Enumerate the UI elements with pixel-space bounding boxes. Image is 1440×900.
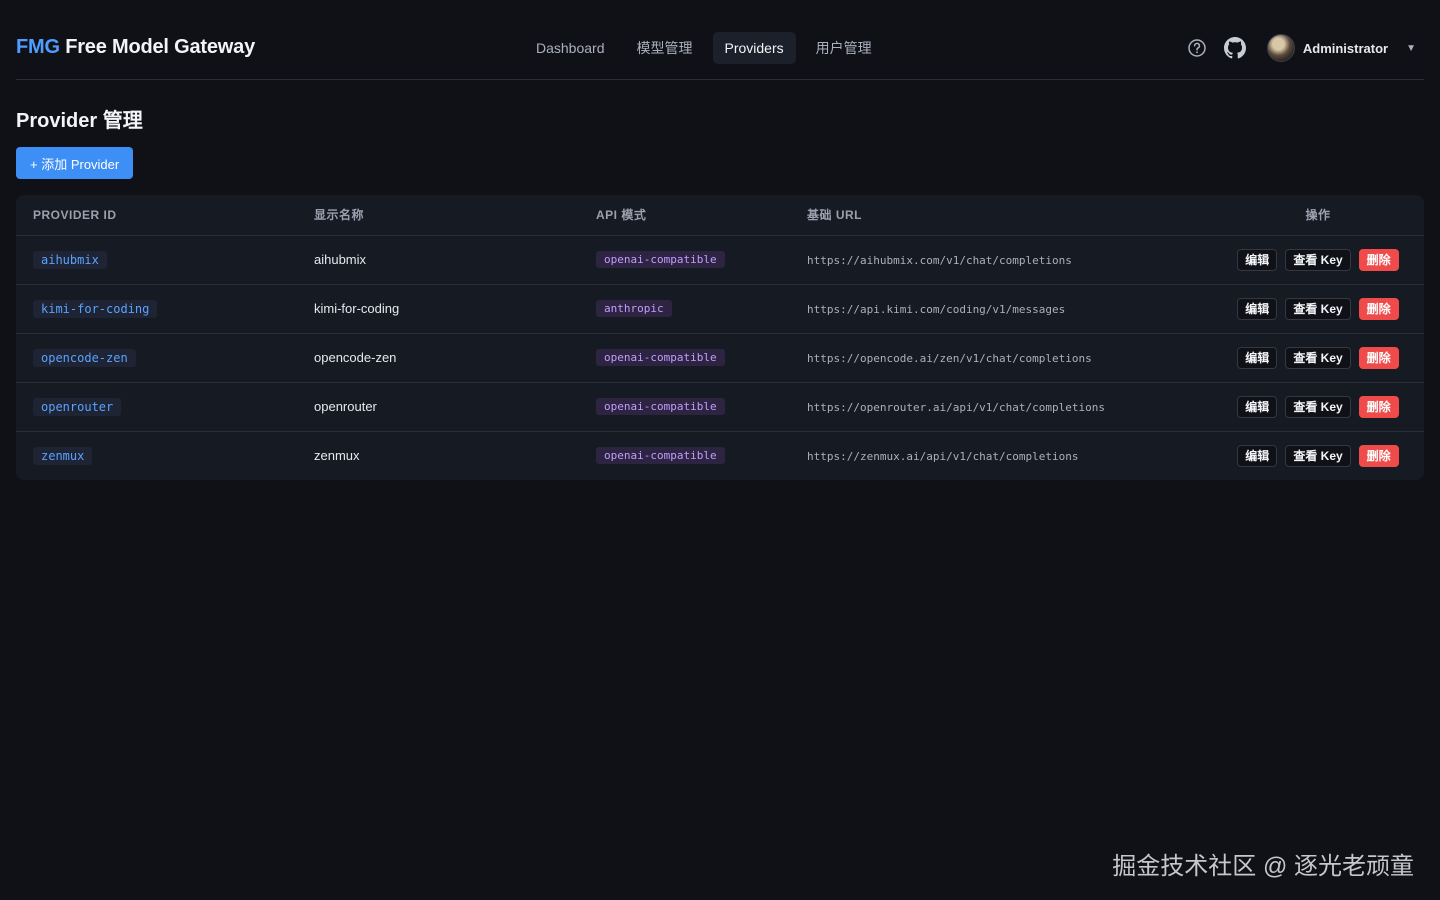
col-api-mode: API 模式 <box>596 195 807 236</box>
api-mode-badge: openai-compatible <box>596 447 725 465</box>
provider-name: opencode-zen <box>314 333 596 383</box>
api-mode-badge: openai-compatible <box>596 398 725 415</box>
provider-id-chip[interactable]: openrouter <box>33 397 122 416</box>
col-provider-id: PROVIDER ID <box>16 195 314 236</box>
provider-id-chip[interactable]: opencode-zen <box>33 348 136 367</box>
delete-button[interactable]: 删除 <box>1358 346 1399 369</box>
api-mode-badge: anthropic <box>596 300 672 317</box>
base-url: https://aihubmix.com/v1/chat/completions <box>807 254 1072 267</box>
brand-accent: FMG <box>16 36 60 58</box>
table-row: openrouter openrouter openai-compatible … <box>16 382 1424 432</box>
row-actions: 编辑 查看 Key 删除 <box>1237 297 1399 320</box>
table-row: kimi-for-coding kimi-for-coding anthropi… <box>16 284 1424 334</box>
delete-button[interactable]: 删除 <box>1358 248 1399 271</box>
top-bar: FMG Free Model Gateway Dashboard 模型管理 Pr… <box>16 18 1424 80</box>
nav-dashboard[interactable]: Dashboard <box>524 32 617 64</box>
header-actions: Administrator ▼ <box>1185 32 1416 64</box>
col-base-url: 基础 URL <box>807 195 1212 236</box>
providers-table: PROVIDER ID 显示名称 API 模式 基础 URL 操作 aihubm… <box>16 195 1424 480</box>
delete-button[interactable]: 删除 <box>1358 297 1399 320</box>
avatar <box>1266 34 1295 62</box>
github-icon[interactable] <box>1223 36 1247 60</box>
base-url: https://zenmux.ai/api/v1/chat/completion… <box>807 450 1079 464</box>
nav-model-management[interactable]: 模型管理 <box>625 32 705 64</box>
provider-name: openrouter <box>314 382 596 432</box>
provider-name: zenmux <box>314 448 360 464</box>
provider-id-chip[interactable]: kimi-for-coding <box>33 299 158 318</box>
api-mode-badge: openai-compatible <box>596 251 725 268</box>
col-display-name: 显示名称 <box>314 195 596 236</box>
row-actions: 编辑 查看 Key 删除 <box>1237 346 1399 369</box>
user-menu[interactable]: Administrator ▼ <box>1266 34 1416 62</box>
edit-button[interactable]: 编辑 <box>1237 444 1278 467</box>
delete-button[interactable]: 删除 <box>1358 395 1399 418</box>
provider-id-chip[interactable]: zenmux <box>33 446 93 465</box>
col-actions: 操作 <box>1212 195 1424 236</box>
view-key-button[interactable]: 查看 Key <box>1285 444 1351 467</box>
provider-id-chip[interactable]: aihubmix <box>33 250 107 269</box>
brand-logo[interactable]: FMG Free Model Gateway <box>16 36 255 59</box>
table-header-row: PROVIDER ID 显示名称 API 模式 基础 URL 操作 <box>16 195 1424 236</box>
table-row: zenmux zenmux openai-compatible https://… <box>16 431 1424 480</box>
row-actions: 编辑 查看 Key 删除 <box>1237 444 1399 467</box>
nav-providers[interactable]: Providers <box>712 32 796 64</box>
base-url: https://openrouter.ai/api/v1/chat/comple… <box>807 401 1106 414</box>
view-key-button[interactable]: 查看 Key <box>1285 248 1351 271</box>
row-actions: 编辑 查看 Key 删除 <box>1237 395 1399 418</box>
base-url: https://api.kimi.com/coding/v1/messages <box>807 303 1066 316</box>
view-key-button[interactable]: 查看 Key <box>1285 395 1351 418</box>
main-nav: Dashboard 模型管理 Providers 用户管理 <box>524 32 884 64</box>
base-url: https://opencode.ai/zen/v1/chat/completi… <box>807 352 1092 365</box>
edit-button[interactable]: 编辑 <box>1237 346 1278 369</box>
row-actions: 编辑 查看 Key 删除 <box>1237 248 1399 271</box>
provider-name: aihubmix <box>314 235 596 285</box>
provider-name: kimi-for-coding <box>314 284 596 334</box>
help-icon[interactable] <box>1185 36 1209 60</box>
brand-name: Free Model Gateway <box>65 36 256 58</box>
add-provider-button[interactable]: + 添加 Provider <box>16 147 134 179</box>
nav-user-management[interactable]: 用户管理 <box>804 32 884 64</box>
edit-button[interactable]: 编辑 <box>1237 297 1278 320</box>
view-key-button[interactable]: 查看 Key <box>1285 346 1351 369</box>
edit-button[interactable]: 编辑 <box>1237 248 1278 271</box>
edit-button[interactable]: 编辑 <box>1237 395 1278 418</box>
api-mode-badge: openai-compatible <box>596 349 725 366</box>
table-row: opencode-zen opencode-zen openai-compati… <box>16 333 1424 383</box>
user-name: Administrator <box>1302 40 1389 56</box>
delete-button[interactable]: 删除 <box>1358 444 1399 467</box>
table-row: aihubmix aihubmix openai-compatible http… <box>16 235 1424 285</box>
page-title: Provider 管理 <box>16 110 143 132</box>
watermark: 掘金技术社区 @ 逐光老顽童 <box>1112 853 1414 880</box>
view-key-button[interactable]: 查看 Key <box>1285 297 1351 320</box>
chevron-down-icon: ▼ <box>1406 42 1416 54</box>
